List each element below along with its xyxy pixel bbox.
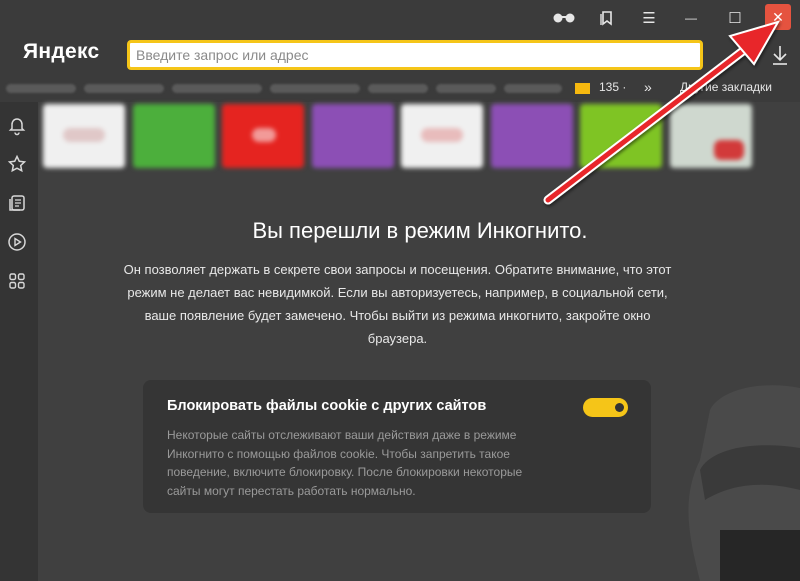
red-annotation-arrow xyxy=(543,20,781,205)
